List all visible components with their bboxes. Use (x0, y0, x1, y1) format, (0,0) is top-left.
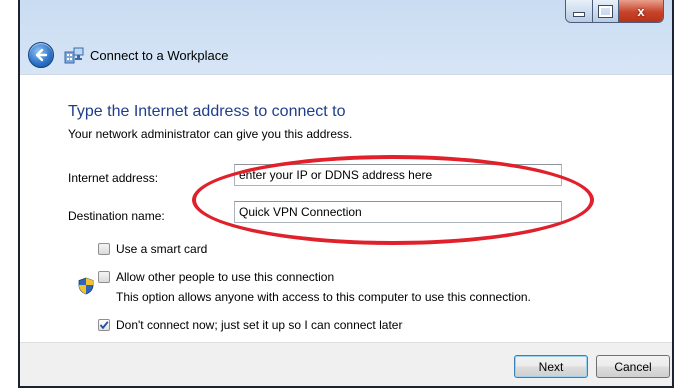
internet-address-input[interactable] (234, 164, 562, 186)
maximize-button[interactable] (593, 0, 619, 22)
connect-later-label: Don't connect now; just set it up so I c… (116, 318, 403, 332)
close-icon: x (637, 3, 645, 19)
back-button[interactable] (28, 42, 54, 68)
allow-others-description: This option allows anyone with access to… (116, 290, 531, 304)
close-button[interactable]: x (619, 0, 663, 22)
next-button[interactable]: Next (514, 355, 588, 378)
connect-later-checkbox[interactable] (98, 319, 110, 331)
allow-others-checkbox[interactable] (98, 271, 110, 283)
page-heading: Type the Internet address to connect to (68, 103, 346, 120)
uac-shield-icon (78, 277, 94, 295)
wizard-content: Type the Internet address to connect to … (20, 74, 672, 343)
back-arrow-icon (35, 48, 48, 62)
workplace-network-icon (64, 47, 84, 64)
window-title: Connect to a Workplace (90, 47, 229, 63)
checkmark-icon (99, 321, 109, 330)
destination-name-input[interactable] (234, 201, 562, 223)
window-controls: x (565, 0, 664, 23)
smart-card-checkbox[interactable] (98, 243, 110, 255)
minimize-button[interactable] (566, 0, 593, 22)
smart-card-label: Use a smart card (116, 242, 208, 256)
minimize-icon (573, 12, 585, 17)
destination-name-label: Destination name: (68, 209, 165, 223)
maximize-icon (598, 4, 613, 18)
button-bar: Next Cancel (20, 342, 672, 386)
dialog-window: x Connect to a Workplace Type the Intern… (18, 0, 674, 388)
internet-address-label: Internet address: (68, 171, 159, 185)
wizard-header: Connect to a Workplace (28, 40, 229, 70)
allow-others-label: Allow other people to use this connectio… (116, 270, 335, 284)
page-subtext: Your network administrator can give you … (68, 127, 353, 141)
cancel-button[interactable]: Cancel (596, 355, 670, 378)
